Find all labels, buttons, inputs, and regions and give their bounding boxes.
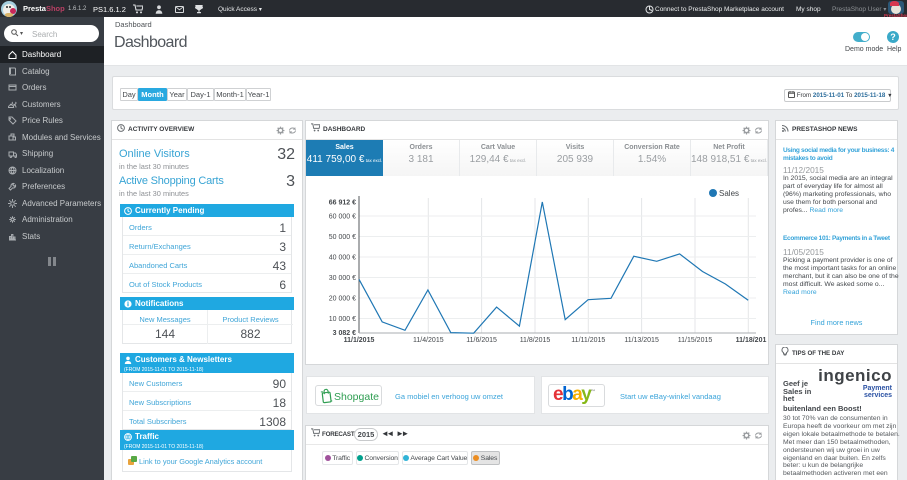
svg-text:11/18/201: 11/18/201 bbox=[736, 337, 767, 344]
svg-text:11/4/2015: 11/4/2015 bbox=[413, 337, 444, 344]
svg-text:3 082 €: 3 082 € bbox=[333, 330, 356, 337]
svg-text:30 000 €: 30 000 € bbox=[329, 275, 356, 282]
svg-text:10 000 €: 10 000 € bbox=[329, 316, 356, 323]
svg-text:11/1/2015: 11/1/2015 bbox=[344, 337, 375, 344]
svg-text:20 000 €: 20 000 € bbox=[329, 296, 356, 303]
svg-text:40 000 €: 40 000 € bbox=[329, 255, 356, 262]
svg-text:50 000 €: 50 000 € bbox=[329, 234, 356, 241]
svg-text:11/11/2015: 11/11/2015 bbox=[571, 337, 605, 344]
svg-text:11/6/2015: 11/6/2015 bbox=[466, 337, 497, 344]
svg-text:11/8/2015: 11/8/2015 bbox=[520, 337, 551, 344]
svg-text:60 000 €: 60 000 € bbox=[329, 214, 356, 221]
svg-text:66 912 €: 66 912 € bbox=[329, 200, 356, 207]
svg-text:11/15/2015: 11/15/2015 bbox=[678, 337, 713, 344]
svg-text:11/13/2015: 11/13/2015 bbox=[624, 337, 659, 344]
svg-text:Sales: Sales bbox=[719, 189, 739, 198]
